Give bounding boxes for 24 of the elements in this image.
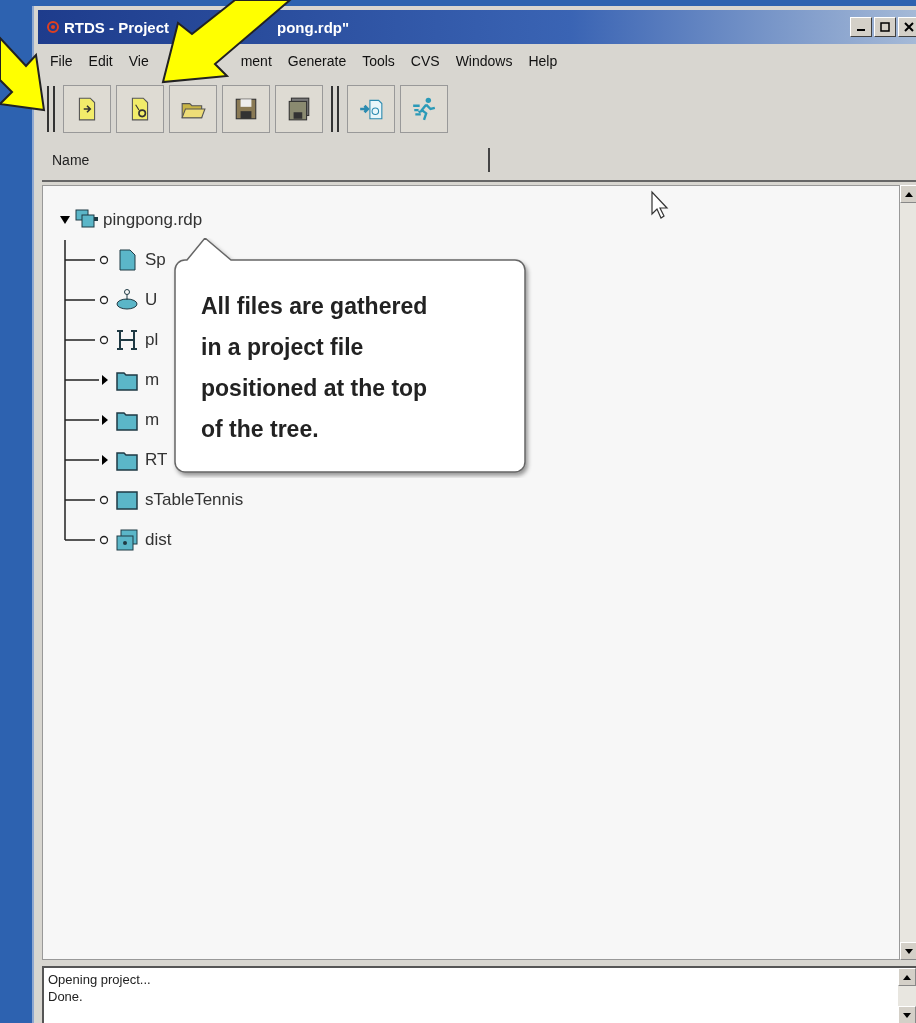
window-title: pong.rdp" xyxy=(277,18,350,36)
window-title: RTDS - Project xyxy=(64,18,169,36)
tree-item[interactable]: RT xyxy=(145,450,168,470)
column-header[interactable]: Name xyxy=(42,148,490,172)
tree-item[interactable]: pingpong.rdp xyxy=(103,210,203,230)
tree-item[interactable]: U xyxy=(145,290,158,310)
log-line: Opening project... xyxy=(48,971,152,988)
tree-item[interactable]: dist xyxy=(145,530,172,550)
menu-item[interactable]: Tools xyxy=(362,53,395,69)
menu-item[interactable]: ment xyxy=(240,53,272,69)
menu-item[interactable]: Edit xyxy=(88,53,113,69)
callout-text: All files are gathered in a project file positioned at the top of the tree. xyxy=(201,292,429,444)
tree-item[interactable]: Sp xyxy=(145,250,166,270)
tree-item[interactable]: sTableTennis xyxy=(145,490,244,510)
tree-item[interactable]: pl xyxy=(145,330,159,350)
menu-item[interactable]: Help xyxy=(528,53,558,69)
menu-item[interactable]: Vie xyxy=(128,53,149,69)
menu-item[interactable]: Windows xyxy=(455,53,513,69)
log-line: Done. xyxy=(48,988,84,1005)
tree-item[interactable]: m xyxy=(145,370,160,390)
menu-item[interactable]: CVS xyxy=(410,53,440,69)
menu-item[interactable]: File xyxy=(50,53,73,69)
menu-item[interactable]: Generate xyxy=(287,53,347,69)
tree-item[interactable]: m xyxy=(145,410,160,430)
